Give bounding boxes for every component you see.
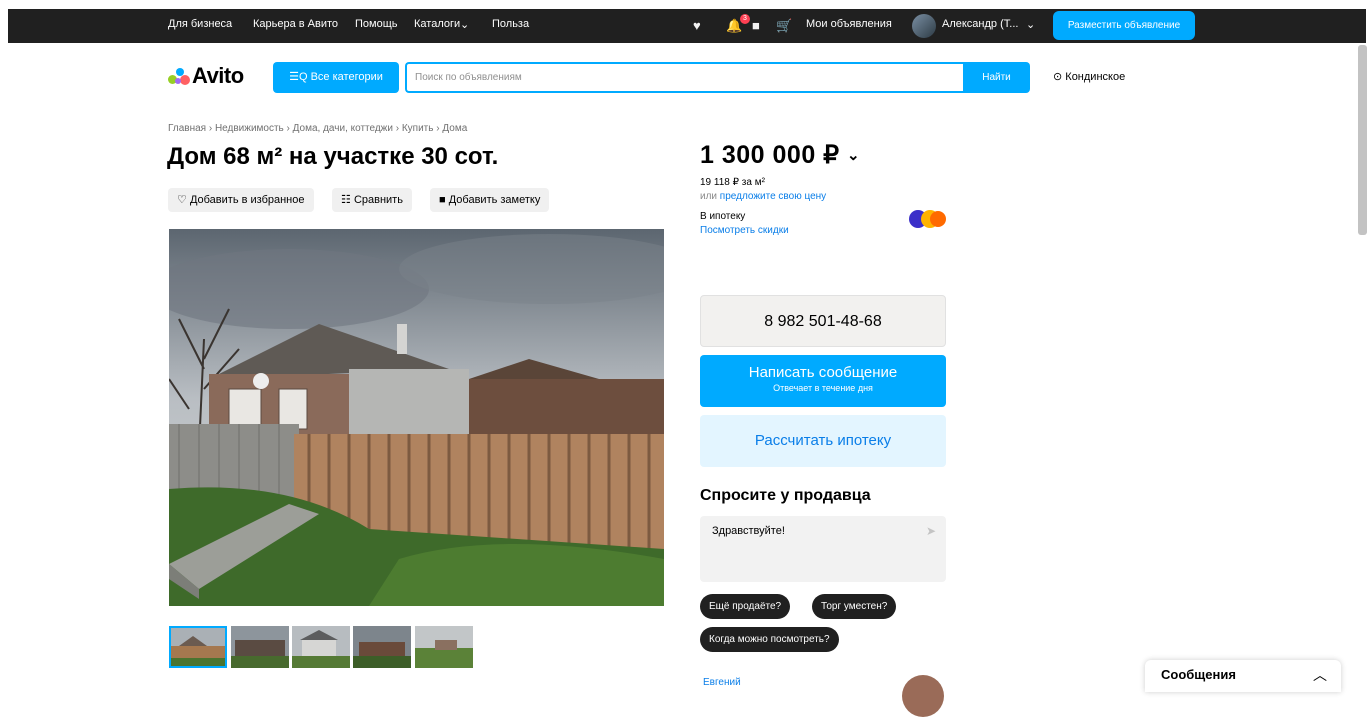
offer-price-link[interactable]: предложите свою цену <box>720 191 826 202</box>
nav-link-business[interactable]: Для бизнеса <box>168 18 232 30</box>
note-icon: ■ <box>439 194 446 206</box>
thumbnail-5-image <box>415 626 473 668</box>
all-categories-button[interactable]: ☰Q Все категории <box>273 62 399 93</box>
write-message-button[interactable]: Написать сообщение Отвечает в течение дн… <box>700 355 946 407</box>
favorites-heart-icon[interactable]: ♥ <box>693 18 701 33</box>
cart-icon[interactable]: 🛒 <box>776 18 792 34</box>
breadcrumb-houses[interactable]: Дома <box>442 123 467 134</box>
avito-logo[interactable]: Avito <box>168 63 244 89</box>
search-input[interactable]: Поиск по объявлениям <box>405 62 963 93</box>
price-per-meter: 19 118 ₽ за м² <box>700 177 765 188</box>
compare-icon: ☷ <box>341 194 351 206</box>
price-value: 1 300 000 ₽ <box>700 141 840 169</box>
messages-chat-icon[interactable]: ■ <box>752 18 760 33</box>
view-discounts-link[interactable]: Посмотреть скидки <box>700 225 789 236</box>
price-chevron-icon[interactable]: ⌄ <box>847 147 860 164</box>
user-name-menu[interactable]: Александр (Т... <box>942 18 1018 30</box>
location-pin-icon: ⊙ <box>1053 71 1063 83</box>
seller-avatar[interactable] <box>902 675 944 717</box>
nav-link-help[interactable]: Помощь <box>355 18 398 30</box>
quick-question-bargain[interactable]: Торг уместен? <box>812 594 897 619</box>
breadcrumb-buy[interactable]: Купить <box>402 123 434 134</box>
price: 1 300 000 ₽ ⌄ <box>700 140 860 170</box>
breadcrumb-houses-dachas[interactable]: Дома, дачи, коттеджи <box>293 123 393 134</box>
thumbnail-1[interactable] <box>169 626 227 668</box>
location-label: Кондинское <box>1065 71 1126 83</box>
nav-link-benefit[interactable]: Польза <box>492 18 529 30</box>
my-ads-link[interactable]: Мои объявления <box>806 18 892 30</box>
breadcrumb-realty[interactable]: Недвижимость <box>215 123 284 134</box>
avito-logo-dots-icon <box>168 67 192 85</box>
chevron-up-icon[interactable]: ︿ <box>1313 665 1327 685</box>
offer-price-line: или предложите свою цену <box>700 191 826 202</box>
add-note-button[interactable]: ■ Добавить заметку <box>430 188 550 212</box>
nav-link-career[interactable]: Карьера в Авито <box>253 18 338 30</box>
heart-outline-icon: ♡ <box>177 194 187 206</box>
location-selector[interactable]: ⊙ Кондинское <box>1053 70 1125 83</box>
response-time-label: Отвечает в течение дня <box>773 383 873 393</box>
thumbnail-2[interactable] <box>231 626 289 668</box>
compare-button[interactable]: ☷ Сравнить <box>332 188 412 212</box>
send-icon[interactable]: ➤ <box>926 524 936 538</box>
ask-seller-heading: Спросите у продавца <box>700 487 871 504</box>
note-label: Добавить заметку <box>448 194 541 206</box>
seller-message-input[interactable]: Здравствуйте! ➤ <box>700 516 946 582</box>
user-chevron-icon: ⌄ <box>1026 19 1036 31</box>
thumbnail-2-image <box>231 626 289 668</box>
page-scrollbar[interactable] <box>1358 45 1367 235</box>
quick-question-when-view[interactable]: Когда можно посмотреть? <box>700 627 839 652</box>
thumbnail-3-image <box>292 626 350 668</box>
thumbnail-1-image <box>171 628 225 666</box>
logo-text: Avito <box>192 63 244 88</box>
listing-main-photo[interactable] <box>169 229 664 606</box>
notifications-badge: 3 <box>740 14 750 24</box>
thumbnail-5[interactable] <box>415 626 473 668</box>
add-to-favorites-button[interactable]: ♡ Добавить в избранное <box>168 188 314 212</box>
write-message-label: Написать сообщение <box>748 364 898 381</box>
nav-link-catalogs[interactable]: Каталоги <box>414 18 460 30</box>
messages-widget-label: Сообщения <box>1161 667 1236 682</box>
catalogs-chevron-icon: ⌄ <box>460 19 470 31</box>
offer-prefix: или <box>700 191 718 202</box>
thumbnail-3[interactable] <box>292 626 350 668</box>
thumbnail-4-image <box>353 626 411 668</box>
bank-partners-logo-icon <box>909 210 946 228</box>
house-photo-illustration <box>169 229 664 606</box>
quick-question-still-selling[interactable]: Ещё продаёте? <box>700 594 791 619</box>
search-button[interactable]: Найти <box>963 62 1030 93</box>
compare-label: Сравнить <box>353 194 403 206</box>
post-ad-button[interactable]: Разместить объявление <box>1053 11 1195 40</box>
thumbnail-4[interactable] <box>353 626 411 668</box>
messages-widget[interactable]: Сообщения ︿ <box>1145 660 1341 692</box>
mortgage-label: В ипотеку <box>700 211 746 222</box>
favorites-label: Добавить в избранное <box>189 194 305 206</box>
user-avatar[interactable] <box>912 14 936 38</box>
calculate-mortgage-button[interactable]: Рассчитать ипотеку <box>700 415 946 467</box>
seller-name-link[interactable]: Евгений <box>703 677 741 688</box>
listing-title: Дом 68 м² на участке 30 сот. <box>167 143 499 170</box>
breadcrumb-home[interactable]: Главная <box>168 123 206 134</box>
show-phone-button[interactable]: 8 982 501-48-68 <box>700 295 946 347</box>
message-text: Здравствуйте! <box>712 525 785 537</box>
breadcrumb: Главная › Недвижимость › Дома, дачи, кот… <box>168 123 468 134</box>
